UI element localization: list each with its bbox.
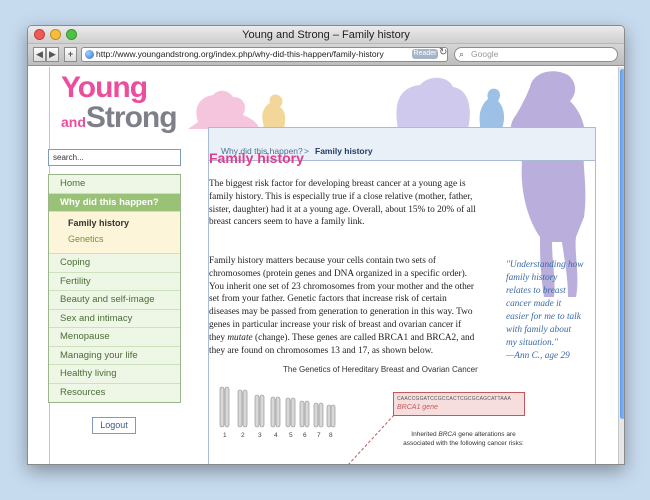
reload-icon[interactable]: ↻ (439, 47, 447, 58)
blue-silhouette (479, 88, 505, 129)
browser-search-placeholder: Google (471, 49, 499, 59)
chr-label-5: 5 (289, 432, 293, 439)
quote-text: "Understanding how family history relate… (506, 260, 584, 348)
chr-label-7: 7 (317, 432, 321, 439)
nav-item-fertility[interactable]: Fertility (49, 273, 180, 291)
chr-label-8: 8 (329, 432, 333, 439)
paragraph-genetics: Family history matters because your cell… (209, 256, 475, 356)
window-title: Young and Strong – Family history (242, 29, 410, 41)
gene-sequence: CAACCGGATCCGCCACTCGCGCAGCATTAAA (397, 396, 511, 402)
title-bar: Young and Strong – Family history (28, 26, 624, 44)
nav-item-managing-life[interactable]: Managing your life (49, 347, 180, 365)
chromosome-illustration: 1 2 3 4 5 6 7 8 (219, 386, 336, 439)
chr-label-1: 1 (223, 432, 227, 439)
page-viewport: Young andStrong search... Home Why did t… (28, 67, 618, 464)
address-bar[interactable]: http://www.youngandstrong.org/index.php/… (81, 47, 448, 62)
nav-item-home[interactable]: Home (49, 175, 180, 194)
paragraph-intro: The biggest risk factor for developing b… (209, 179, 476, 228)
nav-item-sex-intimacy[interactable]: Sex and intimacy (49, 310, 180, 328)
search-icon: ⌕ (459, 49, 465, 59)
quote-attribution: —Ann C., age 29 (506, 351, 570, 361)
browser-window: Young and Strong – Family history ◀ ▶ + … (27, 25, 625, 465)
url-text: http://www.youngandstrong.org/index.php/… (96, 49, 384, 59)
chr-label-3: 3 (258, 432, 262, 439)
yellow-silhouette (262, 94, 286, 129)
nav-item-healthy-living[interactable]: Healthy living (49, 365, 180, 384)
nav-item-coping[interactable]: Coping (49, 254, 180, 273)
back-button[interactable]: ◀ (33, 47, 46, 62)
nav-item-menopause[interactable]: Menopause (49, 328, 180, 347)
browser-search-field[interactable]: ⌕ Google (454, 47, 618, 62)
reader-button[interactable]: Reader (412, 49, 438, 59)
lavender-silhouette (396, 77, 470, 129)
chr-label-4: 4 (274, 432, 278, 439)
globe-icon (85, 50, 94, 59)
brca1-gene-box: CAACCGGATCCGCCACTCGCGCAGCATTAAA BRCA1 ge… (393, 392, 525, 416)
nav-item-beauty[interactable]: Beauty and self-image (49, 291, 180, 310)
chr-label-6: 6 (303, 432, 307, 439)
logo-and: and (61, 114, 86, 130)
sidebar-nav: Home Why did this happen? Family history… (48, 174, 181, 403)
scroll-thumb[interactable] (620, 69, 624, 419)
subnav-item-genetics[interactable]: Genetics (49, 231, 180, 247)
logo-strong: Strong (85, 101, 178, 134)
add-bookmark-button[interactable]: + (64, 47, 77, 62)
gene-label: BRCA1 gene (397, 404, 438, 411)
page-title: Family history (209, 150, 304, 166)
brca-note: Inherited BRCA gene alterations are asso… (403, 431, 524, 447)
nav-item-why-did-this-happen[interactable]: Why did this happen? (49, 193, 180, 212)
subnav: Family history Genetics (49, 212, 180, 254)
logo-young: Young (61, 71, 148, 104)
vertical-scrollbar[interactable] (618, 67, 624, 464)
logout-button[interactable]: Logout (92, 417, 136, 434)
browser-toolbar: ◀ ▶ + http://www.youngandstrong.org/inde… (28, 44, 624, 66)
nav-item-resources[interactable]: Resources (49, 384, 180, 403)
chr-label-2: 2 (241, 432, 245, 439)
pink-silhouette (188, 90, 259, 129)
site-logo[interactable]: Young andStrong (61, 71, 178, 134)
testimonial-quote: "Understanding how family history relate… (506, 259, 584, 363)
site-search-input[interactable]: search... (48, 149, 181, 166)
diagram-title: The Genetics of Hereditary Breast and Ov… (283, 365, 478, 374)
forward-button[interactable]: ▶ (46, 47, 59, 62)
subnav-item-family-history[interactable]: Family history (49, 215, 180, 231)
